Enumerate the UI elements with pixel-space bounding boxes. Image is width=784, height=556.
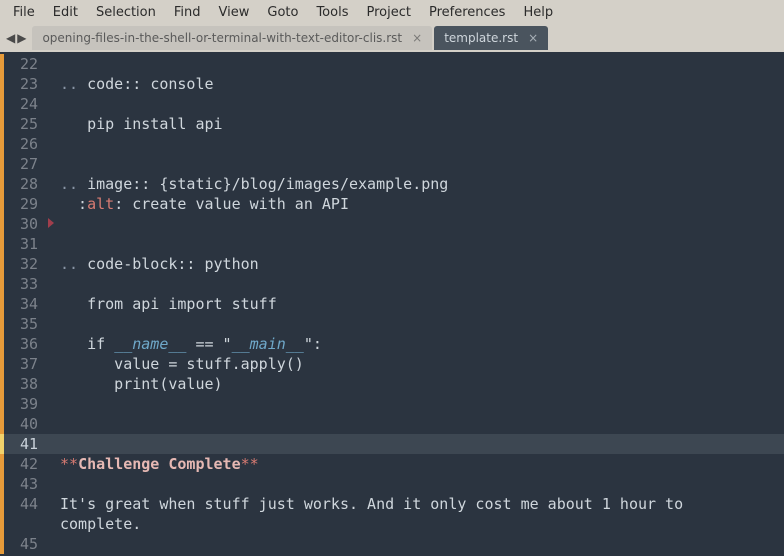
code-line[interactable]: :alt: create value with an API <box>60 194 784 214</box>
line-number: 27 <box>0 154 46 174</box>
line-number: 33 <box>0 274 46 294</box>
close-icon[interactable]: × <box>528 31 538 45</box>
menu-item-view[interactable]: View <box>210 3 259 22</box>
code-line[interactable] <box>60 274 784 294</box>
line-number: 25 <box>0 114 46 134</box>
code-line[interactable]: print(value) <box>60 374 784 394</box>
code-line[interactable] <box>60 414 784 434</box>
code-line[interactable]: .. code-block:: python <box>60 254 784 274</box>
line-number: 38 <box>0 374 46 394</box>
tab-0[interactable]: opening-files-in-the-shell-or-terminal-w… <box>32 26 432 50</box>
line-number: 39 <box>0 394 46 414</box>
line-number: 43 <box>0 474 46 494</box>
menu-bar: FileEditSelectionFindViewGotoToolsProjec… <box>0 0 784 24</box>
menu-item-find[interactable]: Find <box>165 3 210 22</box>
line-number: 36 <box>0 334 46 354</box>
line-number: 31 <box>0 234 46 254</box>
code-line[interactable] <box>60 314 784 334</box>
code-content[interactable]: .. code:: console pip install api.. imag… <box>46 52 784 556</box>
menu-item-file[interactable]: File <box>4 3 44 22</box>
code-line[interactable]: value = stuff.apply() <box>60 354 784 374</box>
menu-item-selection[interactable]: Selection <box>87 3 165 22</box>
code-line[interactable]: if __name__ == "__main__": <box>60 334 784 354</box>
line-number: 30 <box>0 214 46 234</box>
tab-nav-arrows[interactable]: ◀ ▶ <box>6 32 26 44</box>
code-line[interactable] <box>60 54 784 74</box>
line-number: 23 <box>0 74 46 94</box>
code-line[interactable]: .. image:: {static}/blog/images/example.… <box>60 174 784 194</box>
code-line[interactable] <box>60 474 784 494</box>
line-number: 24 <box>0 94 46 114</box>
code-line[interactable]: **Challenge Complete** <box>60 454 784 474</box>
menu-item-project[interactable]: Project <box>357 3 419 22</box>
line-number: 41 <box>0 434 46 454</box>
close-icon[interactable]: × <box>412 31 422 45</box>
tab-1[interactable]: template.rst × <box>434 26 548 50</box>
code-line-wrap[interactable]: complete. <box>60 514 784 534</box>
code-line[interactable] <box>60 94 784 114</box>
tab-label: template.rst <box>444 31 518 45</box>
editor-area[interactable]: 2223242526272829303132333435363738394041… <box>0 52 784 556</box>
code-line[interactable]: .. code:: console <box>60 74 784 94</box>
code-line[interactable]: It's great when stuff just works. And it… <box>60 494 784 514</box>
menu-item-help[interactable]: Help <box>514 3 562 22</box>
line-number: 34 <box>0 294 46 314</box>
line-number: 28 <box>0 174 46 194</box>
line-number: 40 <box>0 414 46 434</box>
nav-right-icon[interactable]: ▶ <box>17 32 26 44</box>
line-number: 42 <box>0 454 46 474</box>
code-line[interactable] <box>60 154 784 174</box>
tab-label: opening-files-in-the-shell-or-terminal-w… <box>42 31 402 45</box>
line-number: 26 <box>0 134 46 154</box>
line-number: 29 <box>0 194 46 214</box>
line-number: 22 <box>0 54 46 74</box>
line-number: 44 <box>0 494 46 514</box>
menu-item-edit[interactable]: Edit <box>44 3 87 22</box>
tab-bar: ◀ ▶ opening-files-in-the-shell-or-termin… <box>0 24 784 52</box>
line-number: 37 <box>0 354 46 374</box>
code-line[interactable] <box>46 434 784 454</box>
code-line[interactable] <box>60 534 784 554</box>
line-number: 32 <box>0 254 46 274</box>
nav-left-icon[interactable]: ◀ <box>6 32 15 44</box>
code-line[interactable]: from api import stuff <box>60 294 784 314</box>
code-line[interactable] <box>60 214 784 234</box>
line-number-wrap <box>0 514 46 534</box>
line-number: 35 <box>0 314 46 334</box>
menu-item-tools[interactable]: Tools <box>307 3 357 22</box>
line-number: 45 <box>0 534 46 554</box>
menu-item-goto[interactable]: Goto <box>258 3 307 22</box>
line-number-gutter: 2223242526272829303132333435363738394041… <box>0 52 46 556</box>
code-line[interactable] <box>60 234 784 254</box>
code-line[interactable]: pip install api <box>60 114 784 134</box>
code-line[interactable] <box>60 394 784 414</box>
menu-item-preferences[interactable]: Preferences <box>420 3 514 22</box>
code-line[interactable] <box>60 134 784 154</box>
